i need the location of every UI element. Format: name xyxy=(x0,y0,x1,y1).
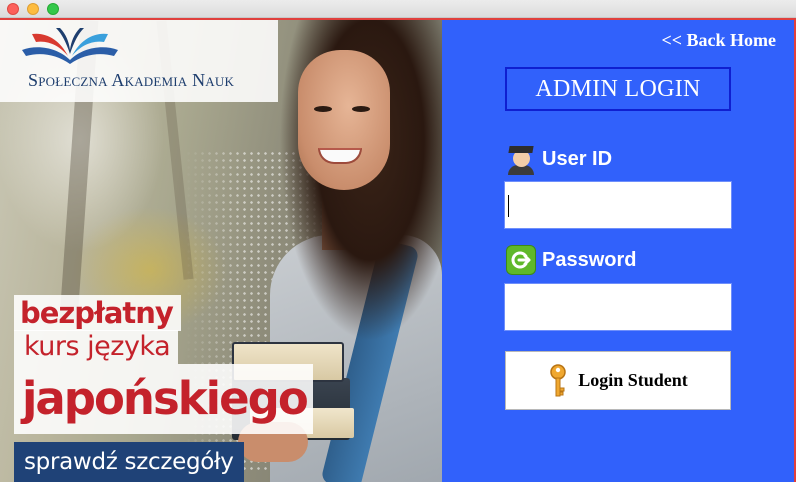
open-book-logo-icon xyxy=(22,28,118,64)
student-photo-face xyxy=(298,50,390,190)
password-input[interactable] xyxy=(504,283,732,331)
admin-login-title: ADMIN LOGIN xyxy=(505,67,731,111)
login-student-button[interactable]: Login Student xyxy=(505,351,731,410)
text-caret xyxy=(508,195,509,217)
user-id-label: User ID xyxy=(542,147,613,170)
promo-cta-details[interactable]: sprawdź szczegóły xyxy=(14,442,244,482)
promo-line-free: bezpłatny xyxy=(14,295,181,331)
window-close-button[interactable] xyxy=(7,3,19,15)
login-panel: << Back Home ADMIN LOGIN User ID Passwor… xyxy=(442,20,794,482)
promo-line-course: kurs języka xyxy=(14,330,179,364)
user-id-label-row: User ID xyxy=(506,144,613,175)
institution-logo: Społeczna Akademia Nauk xyxy=(0,20,278,102)
student-icon xyxy=(506,144,536,175)
window-maximize-button[interactable] xyxy=(47,3,59,15)
back-home-link[interactable]: << Back Home xyxy=(661,30,776,51)
window-minimize-button[interactable] xyxy=(27,3,39,15)
promo-banner-image: Społeczna Akademia Nauk bezpłatny kurs j… xyxy=(0,20,442,482)
login-student-button-label: Login Student xyxy=(578,370,688,390)
login-arrow-icon xyxy=(506,245,536,275)
password-label-row: Password xyxy=(506,245,636,275)
promo-line-language: japońskiego xyxy=(14,364,313,434)
key-icon xyxy=(548,363,568,398)
window-titlebar xyxy=(0,0,796,18)
user-id-input[interactable] xyxy=(504,181,732,229)
institution-name: Społeczna Akademia Nauk xyxy=(28,70,235,90)
password-label: Password xyxy=(542,248,637,271)
